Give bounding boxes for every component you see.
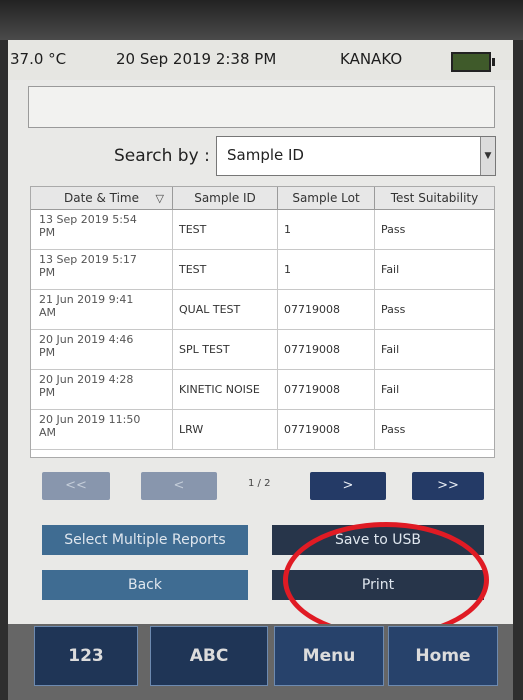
device-bezel-right [513,40,523,700]
cell-sample-lot: 07719008 [278,290,375,329]
previous-page-button[interactable]: < [141,472,217,500]
first-page-button[interactable]: << [42,472,110,500]
cell-date-time: 13 Sep 2019 5:54 PM [31,210,173,249]
column-header-test-suitability[interactable]: Test Suitability [375,187,494,209]
cell-sample-lot: 1 [278,250,375,289]
menu-button[interactable]: Menu [274,626,384,686]
column-header-date-time[interactable]: Date & Time ▽ [31,187,173,209]
table-header: Date & Time ▽ Sample ID Sample Lot Test … [31,187,494,210]
alpha-keypad-button[interactable]: ABC [150,626,268,686]
cell-date-time: 21 Jun 2019 9:41 AM [31,290,173,329]
page-indicator: 1 / 2 [248,478,271,489]
numeric-keypad-button[interactable]: 123 [34,626,138,686]
search-by-value: Sample ID [227,146,304,164]
table-row[interactable]: 13 Sep 2019 5:17 PM TEST 1 Fail [31,250,494,290]
table-row[interactable]: 13 Sep 2019 5:54 PM TEST 1 Pass [31,210,494,250]
sort-icon: ▽ [155,192,164,205]
cell-test-suitability: Fail [381,263,400,276]
table-row[interactable]: 20 Jun 2019 4:46 PM SPL TEST 07719008 Fai… [31,330,494,370]
cell-date-time: 13 Sep 2019 5:17 PM [31,250,173,289]
cell-test-suitability: Pass [381,223,406,236]
datetime-readout: 20 Sep 2019 2:38 PM [116,50,277,68]
cell-sample-lot: 07719008 [278,330,375,369]
cell-sample-lot: 07719008 [278,410,375,449]
home-button[interactable]: Home [388,626,498,686]
search-by-label: Search by : [114,146,210,166]
message-box [28,86,495,128]
cell-sample-id: TEST [173,250,278,289]
cell-test-suitability: Fail [381,383,400,396]
touch-screen: 37.0 °C 20 Sep 2019 2:38 PM KANAKO Searc… [8,40,513,700]
cell-date-time: 20 Jun 2019 4:28 PM [31,370,173,409]
cell-sample-lot: 1 [278,210,375,249]
user-name: KANAKO [340,50,403,68]
highlight-circle-annotation [283,522,489,638]
cell-test-suitability: Fail [381,343,400,356]
table-row[interactable]: 20 Jun 2019 11:50 AM LRW 07719008 Pass [31,410,494,450]
device-bezel-left [0,40,8,700]
reports-table: Date & Time ▽ Sample ID Sample Lot Test … [30,186,495,458]
next-page-button[interactable]: > [310,472,386,500]
column-header-sample-id[interactable]: Sample ID [173,187,278,209]
status-bar: 37.0 °C 20 Sep 2019 2:38 PM KANAKO [8,40,513,80]
cell-test-suitability: Pass [381,303,406,316]
chevron-down-icon[interactable]: ▼ [480,137,495,175]
back-button[interactable]: Back [42,570,248,600]
search-by-dropdown[interactable]: Sample ID ▼ [216,136,496,176]
select-multiple-reports-button[interactable]: Select Multiple Reports [42,525,248,555]
cell-sample-id: TEST [173,210,278,249]
cell-test-suitability: Pass [381,423,406,436]
cell-sample-lot: 07719008 [278,370,375,409]
cell-sample-id: SPL TEST [173,330,278,369]
table-row[interactable]: 20 Jun 2019 4:28 PM KINETIC NOISE 0771900… [31,370,494,410]
cell-sample-id: KINETIC NOISE [173,370,278,409]
last-page-button[interactable]: >> [412,472,484,500]
cell-sample-id: LRW [173,410,278,449]
cell-sample-id: QUAL TEST [173,290,278,329]
cell-date-time: 20 Jun 2019 4:46 PM [31,330,173,369]
column-header-sample-lot[interactable]: Sample Lot [278,187,375,209]
cell-date-time: 20 Jun 2019 11:50 AM [31,410,173,449]
device-bezel-top [0,0,523,40]
battery-icon [451,52,495,72]
temperature-readout: 37.0 °C [10,50,67,68]
table-row[interactable]: 21 Jun 2019 9:41 AM QUAL TEST 07719008 Pa… [31,290,494,330]
